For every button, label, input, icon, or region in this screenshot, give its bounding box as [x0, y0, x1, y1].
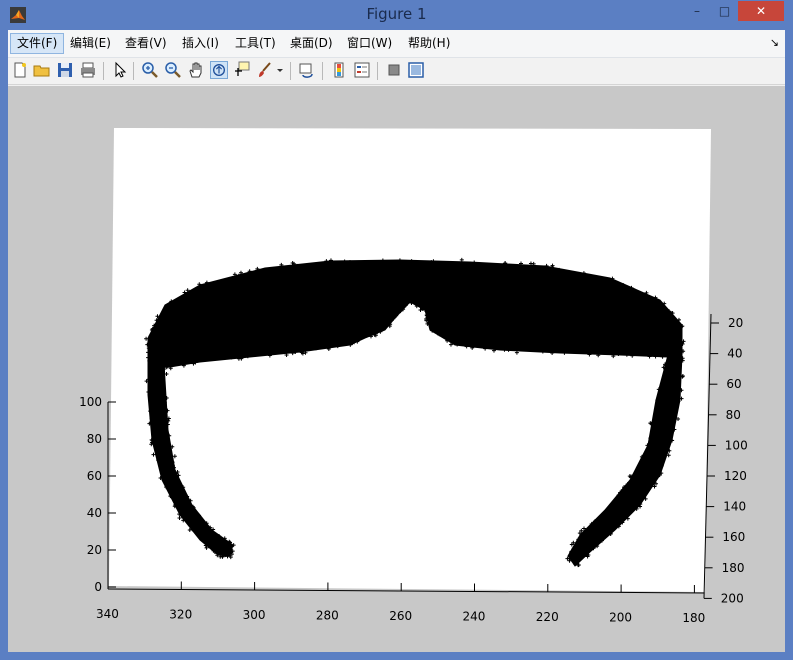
close-button[interactable]: ✕: [738, 1, 784, 21]
new-file-icon[interactable]: [11, 61, 29, 79]
hide-plot-tools-icon[interactable]: [385, 61, 403, 79]
z-tick-label: 100: [79, 395, 102, 409]
y-tick-label: 80: [726, 408, 741, 422]
figure-window: Figure 1 – □ ✕ 文件(F) 编辑(E) 查看(V) 插入(I) 工…: [0, 0, 793, 660]
colorbar-icon[interactable]: [330, 61, 348, 79]
menu-help[interactable]: 帮助(H): [402, 33, 456, 54]
toolbar-separator: [290, 62, 291, 80]
link-plot-icon[interactable]: [298, 61, 316, 79]
zoom-out-icon[interactable]: [164, 61, 182, 79]
legend-icon[interactable]: [353, 61, 371, 79]
save-icon[interactable]: [56, 61, 74, 79]
z-tick-label: 20: [87, 543, 102, 557]
print-icon[interactable]: [79, 61, 97, 79]
z-tick-label: 80: [87, 432, 102, 446]
x-tick-label: 340: [96, 607, 119, 621]
x-tick-label: 220: [536, 610, 559, 624]
menu-tools[interactable]: 工具(T): [229, 33, 282, 54]
menu-bar: 文件(F) 编辑(E) 查看(V) 插入(I) 工具(T) 桌面(D) 窗口(W…: [8, 30, 785, 58]
toolbar-separator: [322, 62, 323, 80]
x-tick-label: 320: [169, 608, 192, 622]
y-tick-label: 200: [721, 591, 744, 605]
zoom-in-icon[interactable]: [141, 61, 159, 79]
menu-insert[interactable]: 插入(I): [176, 33, 225, 54]
pan-hand-icon[interactable]: [187, 61, 205, 79]
data-cursor-icon[interactable]: [233, 61, 251, 79]
toolbar-separator: [377, 62, 378, 80]
x-tick-label: 200: [609, 611, 632, 625]
y-tick-label: 20: [728, 316, 743, 330]
menu-edit[interactable]: 编辑(E): [64, 33, 117, 54]
x-tick-label: 280: [316, 609, 339, 623]
figure-canvas: 340 320 300 280 260 240 220 200 180 0 20 40 60 80 100 2…: [8, 86, 785, 652]
window-client: 文件(F) 编辑(E) 查看(V) 插入(I) 工具(T) 桌面(D) 窗口(W…: [8, 30, 785, 652]
title-bar[interactable]: Figure 1 – □ ✕: [0, 0, 793, 30]
maximize-button[interactable]: □: [711, 1, 738, 21]
menu-view[interactable]: 查看(V): [119, 33, 173, 54]
x-tick-label: 240: [463, 610, 486, 624]
y-tick-label: 180: [722, 561, 745, 575]
menu-window[interactable]: 窗口(W): [341, 33, 398, 54]
menu-desktop[interactable]: 桌面(D): [284, 33, 339, 54]
rotate-3d-icon[interactable]: [210, 61, 228, 79]
show-plot-tools-icon[interactable]: [407, 61, 425, 79]
z-tick-label: 0: [94, 580, 102, 594]
z-tick-label: 60: [87, 469, 102, 483]
menu-overflow-icon[interactable]: ↘: [770, 36, 779, 49]
edit-plot-arrow-icon[interactable]: [111, 61, 129, 79]
toolbar-separator: [103, 62, 104, 80]
toolbar: [8, 58, 785, 85]
minimize-button[interactable]: –: [683, 1, 711, 21]
y-tick-label: 120: [724, 469, 747, 483]
toolbar-separator: [133, 62, 134, 80]
brush-icon[interactable]: [256, 61, 274, 79]
z-tick-label: 40: [87, 506, 102, 520]
y-tick-label: 60: [726, 377, 741, 391]
x-tick-label: 260: [389, 609, 412, 623]
window-title: Figure 1: [366, 5, 427, 23]
y-tick-label: 140: [723, 500, 746, 514]
scatter3-plot[interactable]: 340 320 300 280 260 240 220 200 180 0 20 40 60 80 100 2…: [8, 86, 785, 652]
y-tick-label: 100: [725, 438, 748, 452]
menu-file[interactable]: 文件(F): [10, 33, 65, 54]
open-file-icon[interactable]: [33, 61, 51, 79]
x-tick-label: 180: [682, 611, 705, 625]
brush-dropdown-icon[interactable]: [276, 61, 284, 79]
x-tick-label: 300: [243, 608, 266, 622]
y-tick-label: 160: [722, 530, 745, 544]
y-tick-label: 40: [727, 347, 742, 361]
